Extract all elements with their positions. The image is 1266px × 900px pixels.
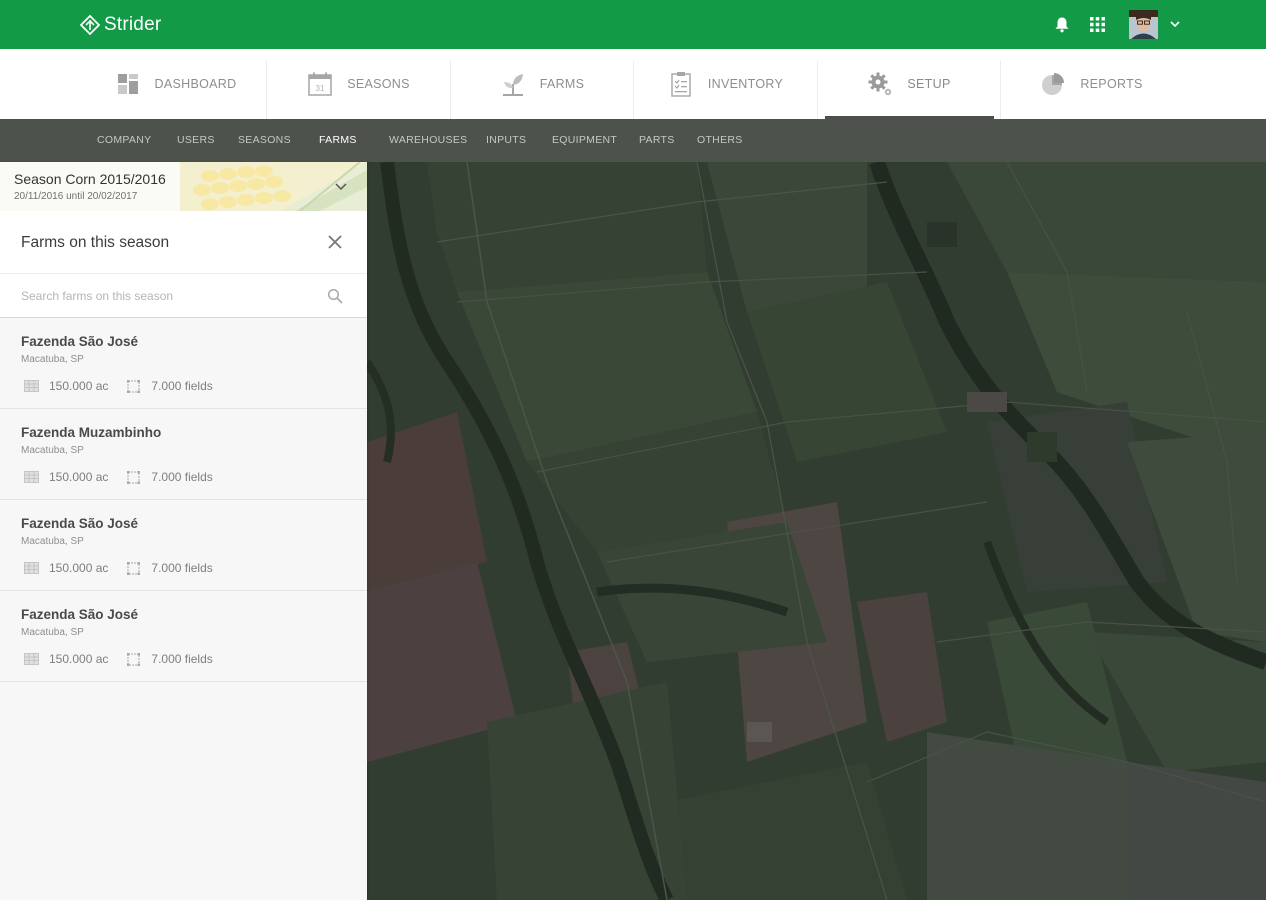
farm-name: Fazenda São José — [21, 334, 139, 349]
season-chevron-down-icon[interactable] — [334, 179, 348, 193]
farm-meta: 150.000 ac 7.000 fields — [24, 378, 213, 394]
brand[interactable]: Strider — [80, 12, 161, 37]
farm-fields: 7.000 fields — [151, 652, 213, 666]
farm-meta: 150.000 ac 7.000 fields — [24, 651, 213, 667]
dashboard-icon — [117, 74, 138, 94]
farm-area: 150.000 ac — [49, 561, 109, 575]
subtab-others[interactable]: OTHERS — [697, 119, 743, 162]
tab-seasons-label: SEASONS — [347, 77, 410, 91]
subtab-parts[interactable]: PARTS — [639, 119, 675, 162]
sprout-icon — [502, 74, 523, 96]
user-avatar[interactable] — [1129, 10, 1158, 39]
area-icon — [24, 653, 39, 665]
area-icon — [24, 380, 39, 392]
farm-area: 150.000 ac — [49, 470, 109, 484]
farm-list-item[interactable]: Fazenda São José Macatuba, SP 150.000 ac… — [0, 500, 367, 591]
sub-navigation: COMPANY USERS SEASONS FARMS WAREHOUSES I… — [0, 119, 1266, 162]
gear-icon — [868, 72, 892, 96]
farm-meta: 150.000 ac 7.000 fields — [24, 469, 213, 485]
pie-chart-icon — [1042, 73, 1065, 95]
tab-seasons[interactable]: 31 SEASONS — [267, 49, 450, 119]
subtab-farms[interactable]: FARMS — [319, 119, 357, 162]
tab-inventory-label: INVENTORY — [707, 77, 784, 91]
tab-dashboard-label: DASHBOARD — [154, 77, 237, 91]
calendar-day-number: 31 — [316, 84, 325, 93]
season-selector[interactable]: Season Corn 2015/2016 20/11/2016 until 2… — [0, 162, 367, 211]
farm-list-item[interactable]: Fazenda São José Macatuba, SP 150.000 ac… — [0, 591, 367, 682]
tab-inventory[interactable]: INVENTORY — [634, 49, 817, 119]
season-dates: 20/11/2016 until 20/02/2017 — [14, 191, 138, 202]
clipboard-icon — [671, 72, 691, 97]
fields-icon — [127, 379, 141, 393]
farm-list-item[interactable]: Fazenda Muzambinho Macatuba, SP 150.000 … — [0, 409, 367, 500]
tab-dashboard[interactable]: DASHBOARD — [85, 49, 266, 119]
farm-location: Macatuba, SP — [21, 354, 84, 365]
farm-location: Macatuba, SP — [21, 536, 84, 547]
farm-location: Macatuba, SP — [21, 445, 84, 456]
tab-reports-label: REPORTS — [1080, 77, 1143, 91]
top-bar: Strider — [0, 0, 1266, 49]
search-farms-input[interactable] — [21, 286, 311, 306]
main-navigation: DASHBOARD 31 SEASONS FARMS INVENTORY SET… — [0, 49, 1266, 119]
fields-icon — [127, 561, 141, 575]
farm-name: Fazenda São José — [21, 516, 139, 531]
farms-panel: Season Corn 2015/2016 20/11/2016 until 2… — [0, 162, 367, 900]
strider-logo-icon — [80, 14, 100, 35]
user-portrait-icon — [1129, 10, 1158, 39]
apps-grid-icon[interactable] — [1090, 17, 1105, 32]
farm-area: 150.000 ac — [49, 379, 109, 393]
satellite-imagery — [367, 162, 1266, 900]
farm-search — [0, 274, 367, 318]
satellite-map[interactable] — [367, 162, 1266, 900]
subtab-company[interactable]: COMPANY — [97, 119, 151, 162]
tab-setup-label: SETUP — [907, 77, 951, 91]
brand-name: Strider — [104, 13, 162, 35]
farm-name: Fazenda São José — [21, 607, 139, 622]
area-icon — [24, 471, 39, 483]
notifications-bell-icon[interactable] — [1054, 16, 1070, 33]
subtab-users[interactable]: USERS — [177, 119, 215, 162]
fields-icon — [127, 470, 141, 484]
subtab-equipment[interactable]: EQUIPMENT — [552, 119, 617, 162]
subtab-inputs[interactable]: INPUTS — [486, 119, 526, 162]
tab-farms[interactable]: FARMS — [451, 49, 633, 119]
farm-location: Macatuba, SP — [21, 627, 84, 638]
tab-farms-label: FARMS — [539, 77, 585, 91]
tab-reports[interactable]: REPORTS — [1001, 49, 1182, 119]
farms-panel-title: Farms on this season — [21, 234, 170, 251]
area-icon — [24, 562, 39, 574]
farm-fields: 7.000 fields — [151, 470, 213, 484]
subtab-seasons[interactable]: SEASONS — [238, 119, 291, 162]
calendar-icon: 31 — [308, 72, 332, 96]
search-icon[interactable] — [327, 288, 343, 304]
farm-fields: 7.000 fields — [151, 561, 213, 575]
farm-fields: 7.000 fields — [151, 379, 213, 393]
tab-setup[interactable]: SETUP — [818, 49, 1000, 119]
close-icon[interactable] — [326, 233, 344, 251]
account-chevron-down-icon[interactable] — [1169, 19, 1181, 29]
farm-name: Fazenda Muzambinho — [21, 425, 162, 440]
subtab-warehouses[interactable]: WAREHOUSES — [389, 119, 467, 162]
farms-panel-header: Farms on this season — [0, 211, 367, 274]
season-title: Season Corn 2015/2016 — [14, 171, 166, 187]
fields-icon — [127, 652, 141, 666]
farm-meta: 150.000 ac 7.000 fields — [24, 560, 213, 576]
farm-list-item[interactable]: Fazenda São José Macatuba, SP 150.000 ac… — [0, 318, 367, 409]
farm-area: 150.000 ac — [49, 652, 109, 666]
